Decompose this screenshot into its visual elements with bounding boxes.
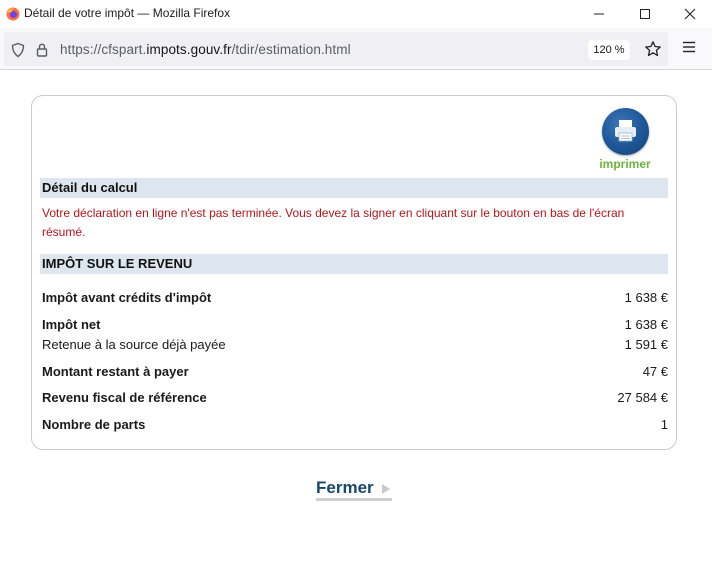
- print-label: imprimer: [599, 157, 651, 171]
- url-host: impots.gouv.fr: [146, 42, 232, 57]
- zoom-level-badge[interactable]: 120 %: [588, 40, 630, 60]
- row-value: 1 591 €: [624, 337, 668, 352]
- tax-detail-card: imprimer Détail du calcul Votre déclarat…: [31, 95, 677, 450]
- close-window-button[interactable]: [667, 0, 712, 28]
- lock-icon[interactable]: [34, 42, 50, 58]
- row-label: Impôt net: [42, 317, 101, 332]
- row-number-of-shares: Nombre de parts 1: [42, 416, 668, 434]
- row-amount-remaining: Montant restant à payer 47 €: [42, 363, 668, 381]
- minimize-button[interactable]: [576, 0, 622, 28]
- close-button[interactable]: Fermer: [316, 478, 392, 501]
- warning-message: Votre déclaration en ligne n'est pas ter…: [42, 206, 625, 239]
- minimize-icon: [594, 13, 604, 15]
- maximize-button[interactable]: [622, 0, 668, 28]
- row-label: Impôt avant crédits d'impôt: [42, 290, 212, 305]
- row-value: 27 584 €: [617, 390, 668, 405]
- shield-icon[interactable]: [10, 42, 26, 58]
- row-withholding-paid: Retenue à la source déjà payée 1 591 €: [42, 336, 668, 354]
- title-bar: Détail de votre impôt — Mozilla Firefox: [0, 0, 712, 28]
- maximize-icon: [640, 9, 650, 19]
- row-label: Montant restant à payer: [42, 364, 189, 379]
- section-income-tax-header: IMPÔT SUR LE REVENU: [40, 254, 668, 274]
- row-value: 47 €: [642, 364, 668, 379]
- row-reference-income: Revenu fiscal de référence 27 584 €: [42, 389, 668, 407]
- url-path: /tdir/estimation.html: [231, 42, 351, 57]
- menu-icon[interactable]: [682, 41, 696, 53]
- url-bar[interactable]: https://cfspart.impots.gouv.fr/tdir/esti…: [4, 32, 668, 66]
- row-value: 1: [660, 417, 668, 432]
- print-button-circle: [602, 108, 649, 155]
- close-label: Fermer: [316, 478, 374, 497]
- print-button[interactable]: imprimer: [595, 108, 655, 172]
- row-label: Nombre de parts: [42, 417, 146, 432]
- row-label: Revenu fiscal de référence: [42, 390, 207, 405]
- url-text[interactable]: https://cfspart.impots.gouv.fr/tdir/esti…: [60, 42, 351, 57]
- row-net-tax: Impôt net 1 638 €: [42, 316, 668, 334]
- close-underline: [316, 498, 392, 501]
- row-value: 1 638 €: [624, 290, 668, 305]
- section-detail-header: Détail du calcul: [40, 178, 668, 198]
- row-tax-before-credits: Impôt avant crédits d'impôt 1 638 €: [42, 289, 668, 307]
- firefox-icon: [6, 7, 20, 21]
- row-label: Retenue à la source déjà payée: [42, 337, 226, 352]
- close-icon: [684, 8, 696, 20]
- printer-icon: [615, 120, 636, 142]
- window-title: Détail de votre impôt — Mozilla Firefox: [24, 6, 231, 20]
- navigation-bar: https://cfspart.impots.gouv.fr/tdir/esti…: [0, 28, 712, 70]
- star-icon[interactable]: [644, 40, 662, 58]
- row-value: 1 638 €: [624, 317, 668, 332]
- url-prefix: https://cfspart.: [60, 42, 147, 57]
- arrow-right-icon: [382, 484, 390, 494]
